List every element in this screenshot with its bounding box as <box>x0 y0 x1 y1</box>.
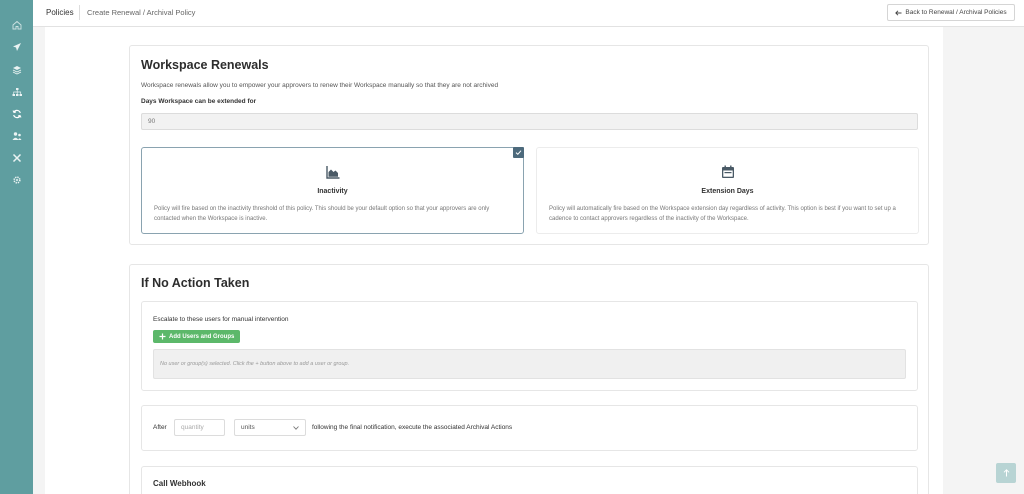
webhook-title: Call Webhook <box>153 479 206 488</box>
webhook-panel: Call Webhook <box>141 466 918 494</box>
add-users-groups-button[interactable]: Add Users and Groups <box>153 330 241 343</box>
layers-icon[interactable] <box>8 61 25 78</box>
escalate-label: Escalate to these users for manual inter… <box>153 316 289 323</box>
top-bar: Policies Create Renewal / Archival Polic… <box>33 0 1024 27</box>
option-title: Inactivity <box>317 188 348 195</box>
chevron-down-icon <box>293 426 299 430</box>
days-label: Days Workspace can be extended for <box>141 98 257 105</box>
page-title: Create Renewal / Archival Policy <box>87 8 196 17</box>
after-suffix: following the final notification, execut… <box>312 424 513 431</box>
sitemap-icon[interactable] <box>8 83 25 100</box>
no-action-title: If No Action Taken <box>141 276 250 290</box>
selected-check-icon <box>513 147 524 158</box>
option-description: Policy will automatically fire based on … <box>549 206 896 222</box>
add-button-label: Add Users and Groups <box>169 333 235 340</box>
no-action-card: If No Action Taken Escalate to these use… <box>129 264 929 494</box>
option-title: Extension Days <box>701 188 754 195</box>
sync-icon[interactable] <box>8 105 25 122</box>
sidebar <box>0 0 33 494</box>
units-value: units <box>241 424 255 431</box>
escalation-panel: Escalate to these users for manual inter… <box>141 301 918 391</box>
quantity-input[interactable]: quantity <box>174 419 225 436</box>
after-label: After <box>153 424 167 431</box>
back-button[interactable]: Back to Renewal / Archival Policies <box>887 4 1015 21</box>
scroll-to-top-button[interactable] <box>996 463 1016 483</box>
option-inactivity[interactable]: Inactivity Policy will fire based on the… <box>141 147 524 234</box>
units-select[interactable]: units <box>234 419 306 436</box>
area-chart-icon <box>325 166 339 179</box>
back-button-label: Back to Renewal / Archival Policies <box>905 9 1007 16</box>
option-description: Policy will fire based on the inactivity… <box>154 206 490 222</box>
plus-icon <box>159 333 166 340</box>
after-panel: After quantity units following the final… <box>141 405 918 451</box>
renewals-title: Workspace Renewals <box>141 58 269 72</box>
paper-plane-icon[interactable] <box>8 38 25 55</box>
breadcrumb-section[interactable]: Policies <box>46 8 74 17</box>
gear-icon[interactable] <box>8 171 25 188</box>
tools-icon[interactable] <box>8 149 25 166</box>
workspace-renewals-card: Workspace Renewals Workspace renewals al… <box>129 45 929 245</box>
option-extension-days[interactable]: Extension Days Policy will automatically… <box>536 147 919 234</box>
calendar-icon <box>721 165 734 178</box>
renewals-description: Workspace renewals allow you to empower … <box>141 82 499 89</box>
main-content: Workspace Renewals Workspace renewals al… <box>45 27 943 494</box>
selected-users-empty: No user or group(s) selected. Click the … <box>153 349 906 379</box>
days-input[interactable]: 90 <box>141 113 918 130</box>
arrow-up-icon <box>1003 469 1009 477</box>
arrow-left-icon <box>895 9 902 16</box>
breadcrumb-divider <box>79 5 80 20</box>
home-icon[interactable] <box>8 16 25 33</box>
users-icon[interactable] <box>8 127 25 144</box>
